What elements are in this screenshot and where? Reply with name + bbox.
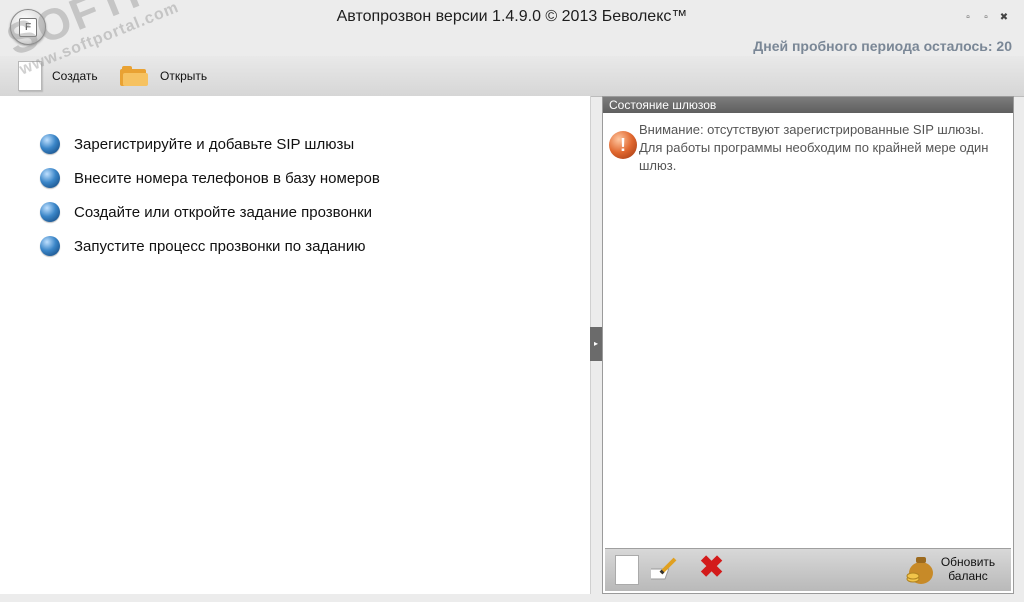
open-button[interactable]: Открыть (120, 64, 207, 88)
money-bag-icon[interactable] (905, 553, 935, 585)
window-controls: ▫ ▫ ✖ (962, 12, 1010, 24)
blue-sphere-bullet-icon (40, 236, 60, 256)
steps-panel: Зарегистрируйте и добавьте SIP шлюзы Вне… (0, 96, 591, 594)
maximize-button[interactable]: ▫ (980, 12, 992, 24)
delete-x-icon[interactable]: ✖ (699, 553, 727, 583)
open-label: Открыть (160, 69, 208, 83)
step-item[interactable]: Внесите номера телефонов в базу номеров (40, 168, 380, 188)
edit-pencil-icon[interactable] (651, 557, 679, 581)
step-item[interactable]: Запустите процесс прозвонки по заданию (40, 236, 365, 256)
step-item[interactable]: Зарегистрируйте и добавьте SIP шлюзы (40, 134, 354, 154)
balance-label-line2: баланс (948, 569, 988, 583)
open-folder-icon (120, 66, 148, 86)
toolbar: Создать Открыть (0, 56, 1024, 97)
trial-days-remaining: Дней пробного периода осталось: 20 (753, 38, 1012, 54)
gateway-panel-toolbar: ✖ Обновить баланс (605, 548, 1011, 591)
create-label: Создать (52, 69, 98, 83)
window-title: Автопрозвон версии 1.4.9.0 © 2013 Беволе… (336, 8, 688, 25)
title-bar: F Автопрозвон версии 1.4.9.0 © 2013 Бево… (0, 0, 1024, 56)
close-button[interactable]: ✖ (998, 12, 1010, 24)
add-gateway-button[interactable] (615, 555, 639, 585)
panel-title: Состояние шлюзов (603, 97, 1013, 113)
blue-sphere-bullet-icon (40, 134, 60, 154)
balance-label-line1: Обновить (940, 555, 996, 569)
panel-splitter-handle[interactable]: ▸ (590, 327, 602, 361)
warning-text: Внимание: отсутствуют зарегистрированные… (639, 122, 989, 173)
step-label: Зарегистрируйте и добавьте SIP шлюзы (74, 135, 355, 153)
step-label: Запустите процесс прозвонки по заданию (74, 237, 366, 255)
gateway-status-panel: Состояние шлюзов ! Внимание: отсутствуют… (602, 96, 1014, 594)
step-item[interactable]: Создайте или откройте задание прозвонки (40, 202, 372, 222)
step-label: Внесите номера телефонов в базу номеров (74, 169, 380, 187)
minimize-button[interactable]: ▫ (962, 12, 974, 24)
new-document-icon (18, 61, 42, 91)
refresh-balance-button[interactable]: Обновить баланс (933, 555, 1003, 583)
blue-sphere-bullet-icon (40, 168, 60, 188)
create-button[interactable]: Создать (18, 61, 98, 91)
step-label: Создайте или откройте задание прозвонки (74, 203, 373, 221)
warning-exclamation-icon: ! (609, 131, 637, 159)
no-gateways-warning: ! Внимание: отсутствуют зарегистрированн… (609, 121, 999, 181)
blue-sphere-bullet-icon (40, 202, 60, 222)
